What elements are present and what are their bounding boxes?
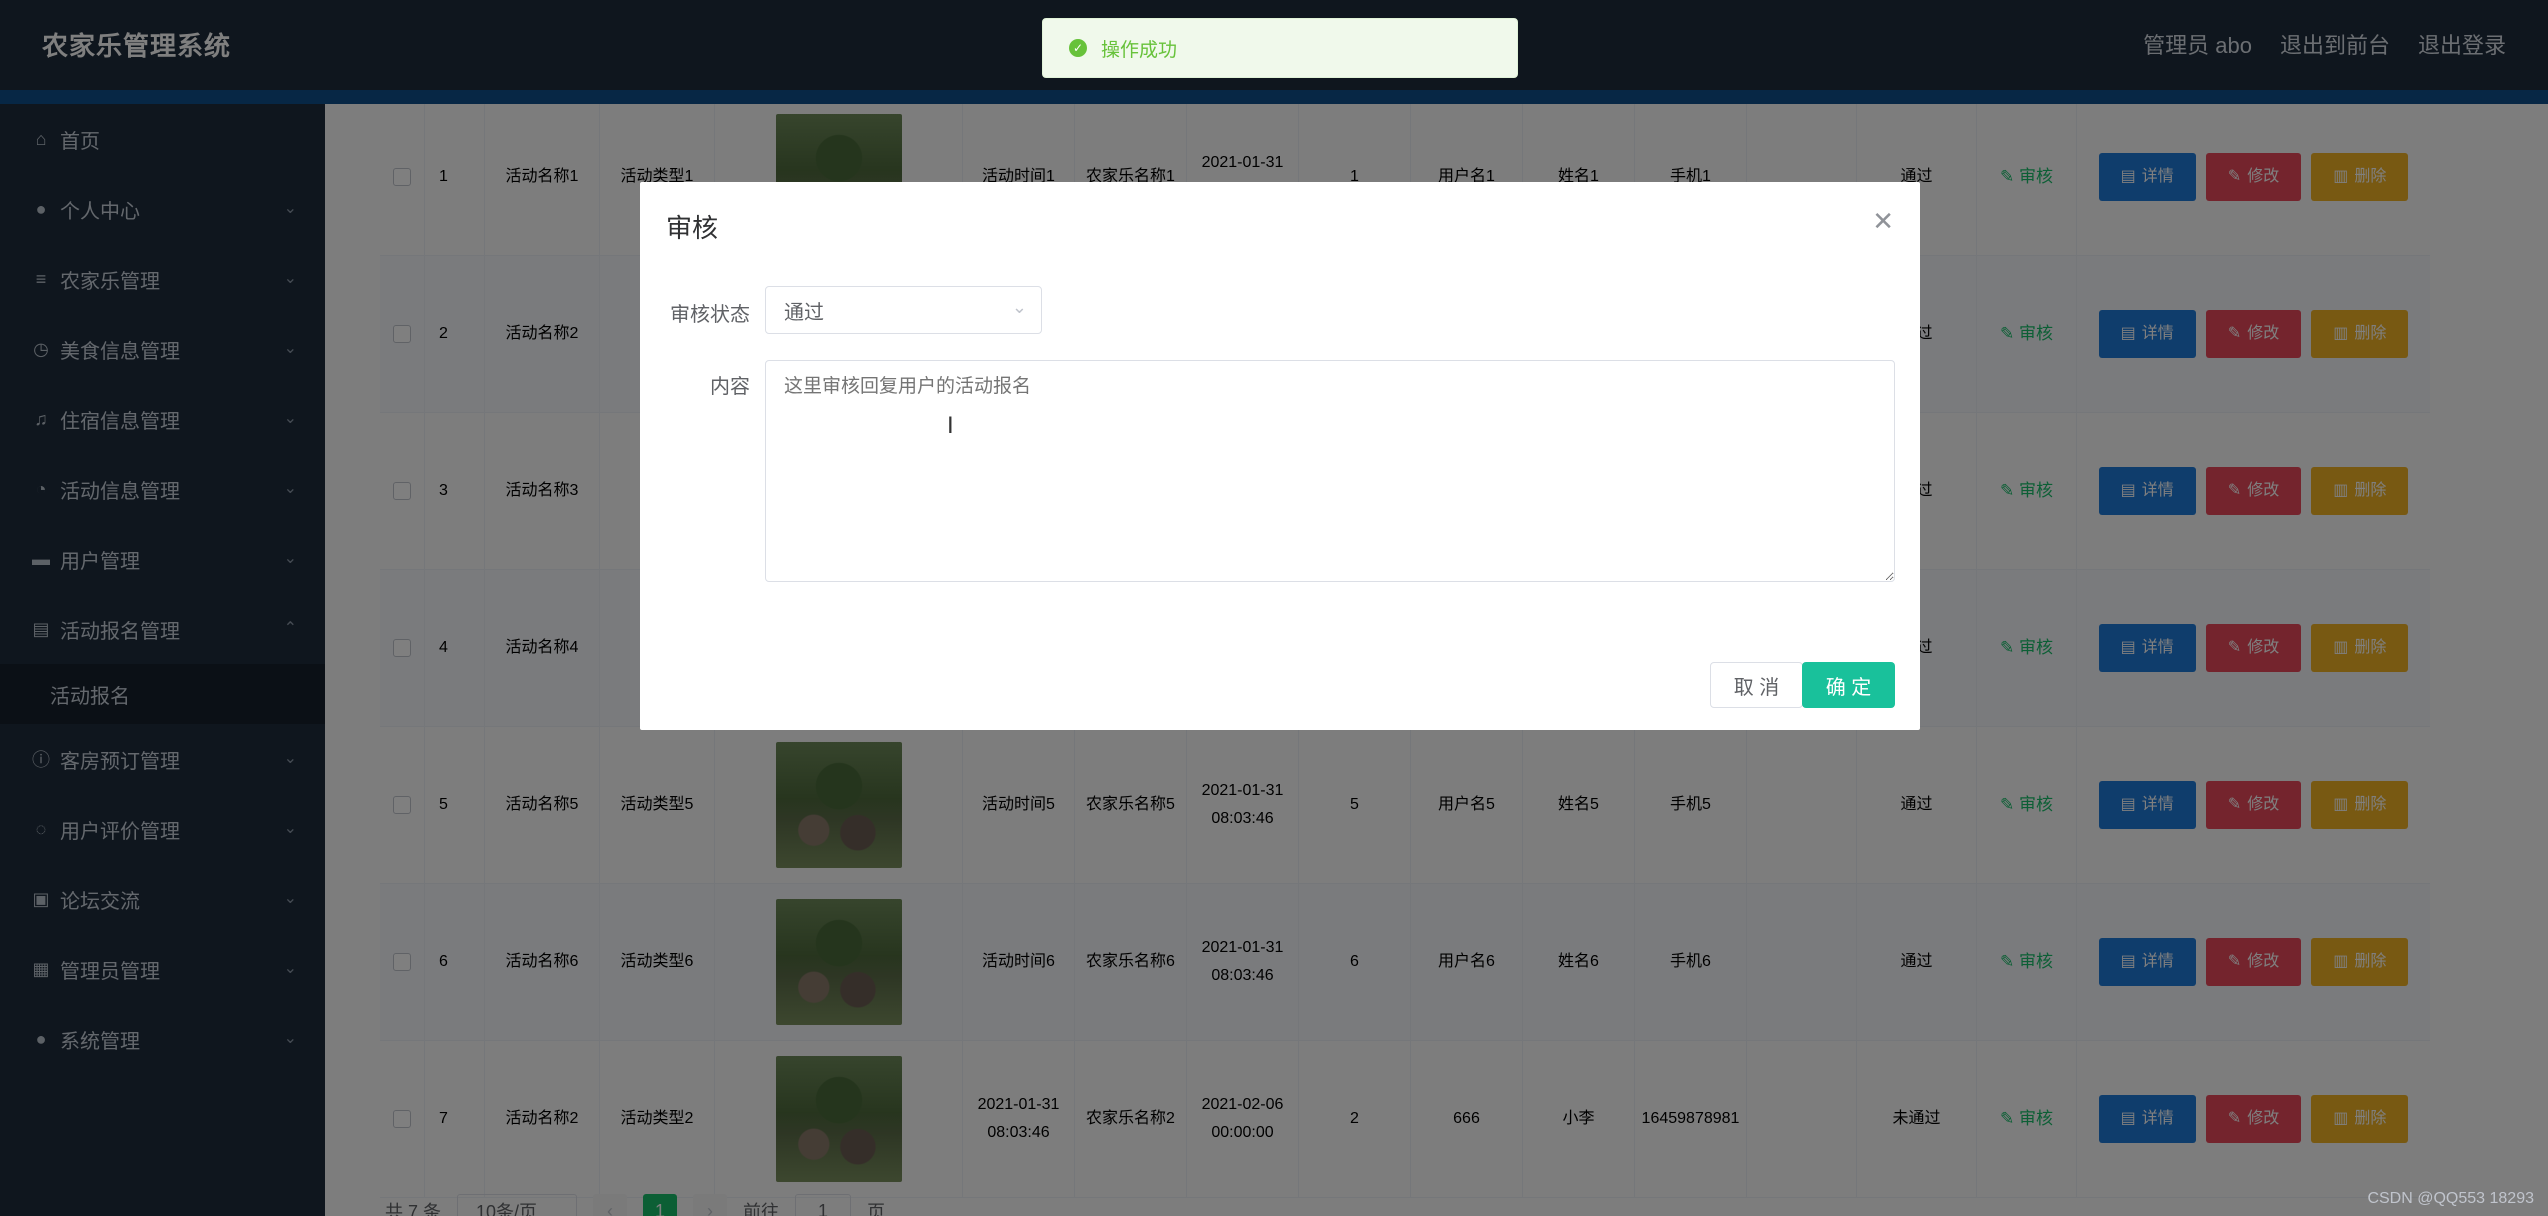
dialog-title: 审核 [666,213,719,243]
content-label: 内容 [710,376,750,398]
toast-message: 操作成功 [1101,39,1178,61]
success-toast: ✓ 操作成功 [1042,18,1518,78]
cancel-button[interactable]: 取 消 [1710,662,1803,708]
audit-dialog: 审核 ✕ 审核状态 通过 ⌄ 内容 I 取 消 确 定 [640,182,1920,730]
content-textarea[interactable] [765,360,1895,582]
status-label: 审核状态 [670,304,750,326]
confirm-button[interactable]: 确 定 [1802,662,1895,708]
status-select-value: 通过 [784,301,824,324]
close-icon[interactable]: ✕ [1872,206,1894,237]
chevron-down-icon: ⌄ [1011,297,1027,317]
text-cursor-icon: I [947,412,954,439]
success-check-icon: ✓ [1069,39,1087,57]
watermark: CSDN @QQ553 18293 [2367,1190,2534,1207]
status-select[interactable]: 通过 ⌄ [765,286,1042,334]
